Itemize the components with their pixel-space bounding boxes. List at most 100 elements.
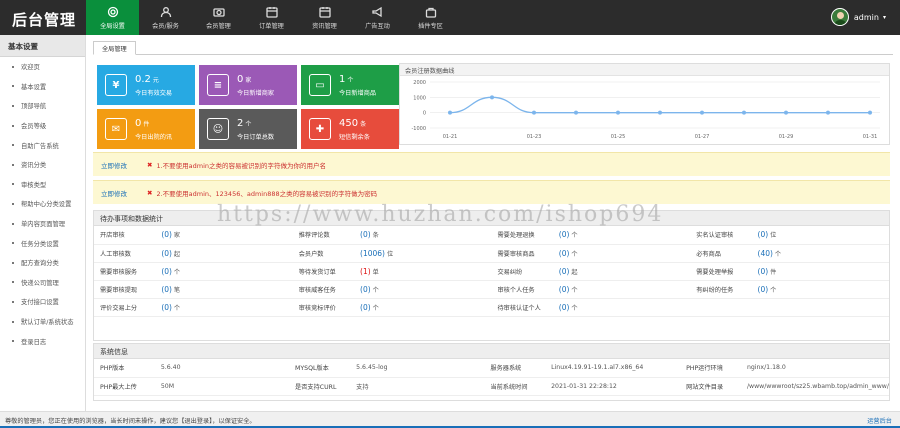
stat-tile-4[interactable]: ☺ 2 个今日订单总数 (199, 109, 297, 149)
sidebar-item-label: 自助广告系统 (21, 142, 59, 150)
sidebar-header: 基本设置 (0, 35, 85, 57)
tab-global[interactable]: 全局管理 (93, 41, 136, 55)
stat-value[interactable]: (0) (559, 230, 570, 239)
stat-label: 待审核认证个人 (491, 298, 553, 317)
stat-unit: 笔 (173, 286, 181, 294)
stat-value[interactable]: (40) (758, 249, 773, 258)
sidebar-item-label: 支付接口设置 (21, 299, 59, 307)
todo-table: 开店审核 (0) 家推荐评论数 (0) 条需要处理退换 (0) 个实名认证审核 (0) … (94, 226, 889, 317)
nav-item-3[interactable]: 订单管理 (245, 0, 298, 35)
x-tick-label: 01-31 (863, 134, 878, 140)
stat-label: 必有商品 (690, 244, 752, 263)
data-point[interactable] (448, 110, 452, 115)
sidebar-item-7[interactable]: 帮助中心分类设置 (0, 194, 85, 214)
sys-value: 支持 (350, 377, 485, 396)
stat-label: 需要审核商品 (491, 244, 553, 263)
data-point[interactable] (490, 95, 494, 100)
security-notice-1: 立即修改 ✖ 1.不要使用admin之类的容易被识别的字符做为你的用户名 (93, 152, 890, 176)
data-point[interactable] (532, 110, 536, 115)
stat-value[interactable]: (1006) (360, 249, 385, 258)
chevron-down-icon[interactable]: ▾ (883, 14, 886, 21)
sys-label: PHP运行环境 (680, 359, 741, 378)
tile-icon: ¥ (105, 74, 127, 96)
stat-value[interactable]: (0) (559, 249, 570, 258)
sidebar-item-14[interactable]: 登录日志 (0, 331, 85, 351)
tile-unit: 条 (360, 120, 367, 128)
data-point[interactable] (616, 110, 620, 115)
data-point[interactable] (700, 110, 704, 115)
stat-value[interactable]: (0) (360, 285, 371, 294)
data-point[interactable] (574, 110, 578, 115)
nav-item-6[interactable]: 插件专区 (404, 0, 457, 35)
stat-value[interactable]: (0) (161, 303, 172, 312)
stat-value[interactable]: (0) (161, 249, 172, 258)
stat-value[interactable]: (0) (161, 285, 172, 294)
avatar[interactable] (830, 8, 849, 26)
data-point[interactable] (658, 110, 662, 115)
stat-value[interactable]: (0) (360, 303, 371, 312)
sidebar-item-label: 顶部导航 (21, 103, 47, 111)
data-point[interactable] (784, 110, 788, 115)
nav-item-1[interactable]: 会员/服务 (139, 0, 192, 35)
stat-tile-1[interactable]: ≡ 0 家今日新增商家 (199, 65, 297, 105)
stat-label: 人工审核数 (94, 244, 156, 263)
footer-link[interactable]: 运营后台 (867, 416, 892, 425)
sidebar-item-6[interactable]: 审核类型 (0, 175, 85, 195)
sidebar-item-9[interactable]: 任务分类设置 (0, 233, 85, 253)
x-tick-label: 01-27 (695, 134, 710, 140)
bullet-icon (12, 340, 14, 343)
sidebar-item-5[interactable]: 资讯分类 (0, 155, 85, 175)
tile-value: 450 (339, 117, 359, 129)
sidebar-item-0[interactable]: 欢迎页 (0, 57, 85, 77)
bullet-icon (12, 104, 14, 107)
username[interactable]: admin (854, 13, 879, 22)
nav-item-5[interactable]: 广告互动 (351, 0, 404, 35)
sidebar-item-4[interactable]: 自助广告系统 (0, 135, 85, 155)
stat-unit: 个 (173, 304, 181, 312)
sidebar-item-10[interactable]: 配方查询分类 (0, 253, 85, 273)
sidebar-item-12[interactable]: 支付接口设置 (0, 292, 85, 312)
tile-label: 今日新增商品 (339, 89, 377, 97)
nav-item-4[interactable]: 资讯管理 (298, 0, 351, 35)
top-bar: 后台管理 全局设置 会员/服务 会员管理 订单管理 资讯管理 广告互动 插件专区 admin… (0, 0, 900, 35)
stat-tile-0[interactable]: ¥0.2 元今日有效交易 (97, 65, 195, 105)
stat-value[interactable]: (0) (758, 285, 769, 294)
registration-chart: 会员注册数据曲线 2000 1000 0 -1000 01-21 01-23 01-25 01… (399, 63, 890, 145)
sidebar-item-label: 会员等级 (21, 123, 47, 131)
sidebar-item-13[interactable]: 默认订单/系统状态 (0, 312, 85, 332)
sidebar-item-8[interactable]: 单内容页面管理 (0, 214, 85, 234)
user-menu[interactable]: admin ▾ (830, 8, 886, 26)
stat-tile-3[interactable]: ✉ 0 件今日出院的讯 (97, 109, 195, 149)
nav-item-2[interactable]: 会员管理 (192, 0, 245, 35)
nav-item-0[interactable]: 全局设置 (86, 0, 139, 35)
data-point[interactable] (826, 110, 830, 115)
camera-icon (212, 7, 225, 17)
sidebar-item-1[interactable]: 基本设置 (0, 77, 85, 97)
sidebar-item-2[interactable]: 顶部导航 (0, 96, 85, 116)
tile-value: 0 (237, 73, 244, 85)
data-point[interactable] (868, 110, 872, 115)
stat-value[interactable]: (0) (360, 230, 371, 239)
nav-label: 会员/服务 (152, 22, 179, 30)
sys-value: 2021-01-31 22:28:12 (545, 377, 681, 396)
stat-value[interactable]: (0) (161, 230, 172, 239)
stat-value[interactable]: (0) (559, 267, 570, 276)
stat-value[interactable]: (0) (559, 303, 570, 312)
sidebar-item-11[interactable]: 快递公司管理 (0, 273, 85, 293)
tile-label: 今日新增商家 (237, 89, 275, 97)
sidebar-item-3[interactable]: 会员等级 (0, 116, 85, 136)
stat-value[interactable]: (0) (758, 230, 769, 239)
stat-value[interactable]: (0) (559, 285, 570, 294)
stat-unit: 个 (173, 268, 181, 276)
stat-tile-2[interactable]: ▭ 1 个今日新增商品 (301, 65, 399, 105)
app-title: 后台管理 (12, 11, 77, 29)
stat-tile-5[interactable]: ✚ 450 条短信剩余条 (301, 109, 399, 149)
stat-label: 需要处理举报 (690, 262, 752, 281)
stat-value[interactable]: (0) (161, 267, 172, 276)
notice-2-link[interactable]: 立即修改 (101, 188, 127, 198)
stat-value[interactable]: (0) (758, 267, 769, 276)
data-point[interactable] (742, 110, 746, 115)
notice-1-link[interactable]: 立即修改 (101, 160, 127, 170)
tile-unit: 个 (347, 76, 354, 84)
stat-value[interactable]: (1) (360, 267, 371, 276)
